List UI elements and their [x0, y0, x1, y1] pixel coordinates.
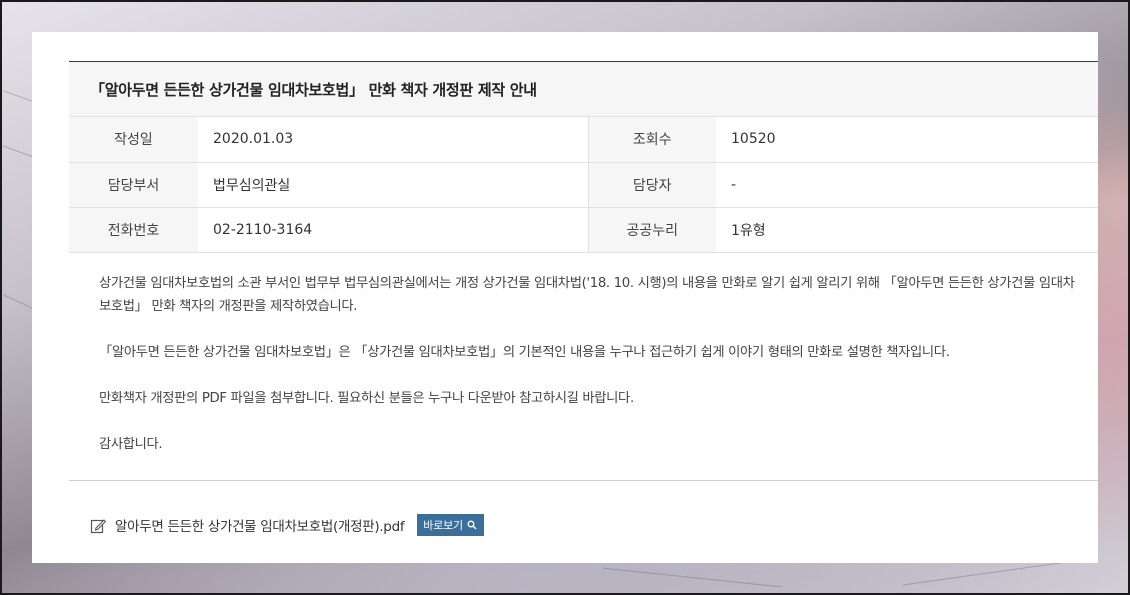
post-body: 상가건물 임대차보호법의 소관 부서인 법무부 법무심의관실에서는 개정 상가건…	[99, 272, 1084, 479]
license-label: 공공누리	[587, 207, 716, 253]
divider	[69, 480, 1098, 481]
body-paragraph: 감사합니다.	[99, 437, 163, 452]
body-paragraph: 만화책자 개정판의 PDF 파일을 첨부합니다. 필요하신 분들은 누구나 다운…	[99, 391, 634, 406]
post-panel: 「알아두면 든든한 상가건물 임대차보호법」 만화 책자 개정판 제작 안내 작…	[32, 32, 1098, 563]
license-value: 1유형	[716, 207, 1098, 253]
body-paragraph: 「알아두면 든든한 상가건물 임대차보호법」은 「상가건물 임대차보호법」의 기…	[99, 345, 950, 360]
attachment-filename[interactable]: 알아두면 든든한 상가건물 임대차보호법(개정판).pdf	[115, 515, 405, 535]
phone-label: 전화번호	[69, 207, 198, 253]
search-icon	[467, 520, 477, 530]
date-label: 작성일	[69, 117, 198, 163]
post-title-bar: 「알아두면 든든한 상가건물 임대차보호법」 만화 책자 개정판 제작 안내	[69, 61, 1098, 117]
views-label: 조회수	[587, 117, 716, 163]
manager-label: 담당자	[587, 162, 716, 208]
phone-value: 02-2110-3164	[198, 207, 588, 253]
post-title: 「알아두면 든든한 상가건물 임대차보호법」 만화 책자 개정판 제작 안내	[90, 80, 537, 99]
post-info-table: 작성일 2020.01.03 조회수 10520 담당부서 법무심의관실 담당자…	[69, 117, 1098, 253]
view-button[interactable]: 바로보기	[417, 514, 484, 536]
dept-value: 법무심의관실	[198, 162, 588, 208]
body-paragraph: 상가건물 임대차보호법의 소관 부서인 법무부 법무심의관실에서는 개정 상가건…	[99, 276, 1075, 314]
attachment-row: 알아두면 든든한 상가건물 임대차보호법(개정판).pdf 바로보기	[90, 514, 484, 536]
manager-value: -	[716, 162, 1098, 208]
view-button-label: 바로보기	[423, 519, 463, 532]
views-value: 10520	[716, 117, 1098, 163]
table-row: 작성일 2020.01.03 조회수 10520	[69, 117, 1098, 163]
table-row: 전화번호 02-2110-3164 공공누리 1유형	[69, 207, 1098, 253]
table-row: 담당부서 법무심의관실 담당자 -	[69, 162, 1098, 208]
date-value: 2020.01.03	[198, 117, 588, 163]
dept-label: 담당부서	[69, 162, 198, 208]
file-edit-icon	[90, 517, 107, 534]
